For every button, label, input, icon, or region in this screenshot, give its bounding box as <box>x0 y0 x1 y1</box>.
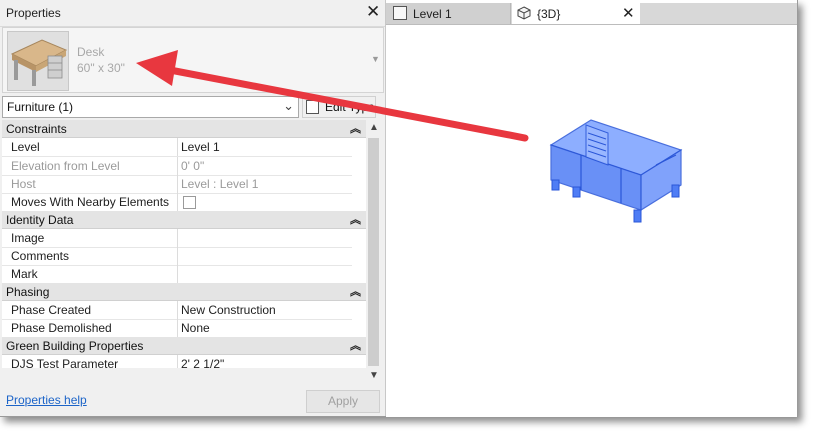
annotation-arrow <box>136 50 529 142</box>
revit-window: Properties ✕ Desk 60" x 30" ▼ Furniture … <box>0 0 798 417</box>
